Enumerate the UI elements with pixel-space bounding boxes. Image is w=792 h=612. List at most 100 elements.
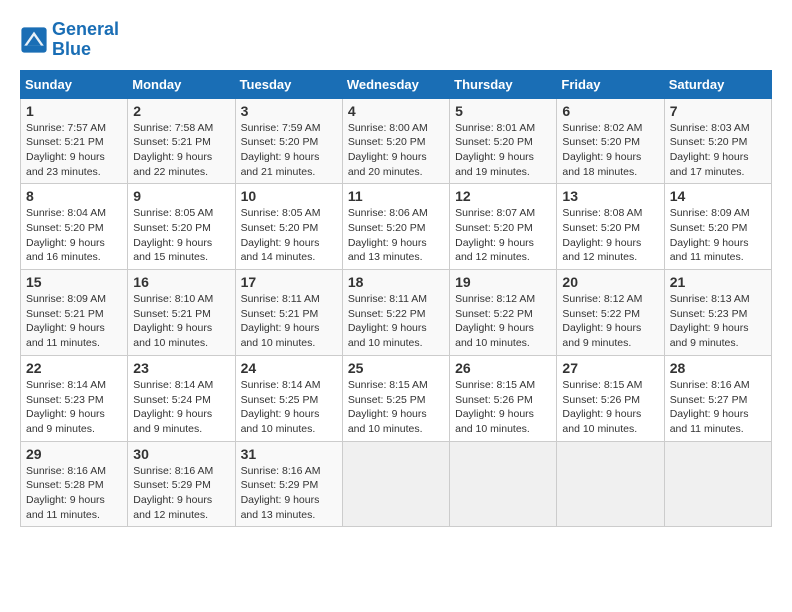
calendar-cell: 22 Sunrise: 8:14 AMSunset: 5:23 PMDayligh… [21, 355, 128, 441]
day-info: Sunrise: 8:12 AMSunset: 5:22 PMDaylight:… [562, 292, 658, 351]
day-number: 14 [670, 188, 766, 204]
day-number: 25 [348, 360, 444, 376]
calendar-cell [557, 441, 664, 527]
day-number: 20 [562, 274, 658, 290]
day-number: 26 [455, 360, 551, 376]
day-number: 29 [26, 446, 122, 462]
logo-text: General Blue [52, 20, 119, 60]
day-number: 31 [241, 446, 337, 462]
calendar-cell: 25 Sunrise: 8:15 AMSunset: 5:25 PMDayligh… [342, 355, 449, 441]
logo-icon [20, 26, 48, 54]
calendar-cell: 27 Sunrise: 8:15 AMSunset: 5:26 PMDayligh… [557, 355, 664, 441]
calendar-cell: 12 Sunrise: 8:07 AMSunset: 5:20 PMDayligh… [450, 184, 557, 270]
calendar-cell: 5Sunrise: 8:01 AMSunset: 5:20 PMDaylight… [450, 98, 557, 184]
day-number: 1 [26, 103, 122, 119]
day-info: Sunrise: 7:59 AMSunset: 5:20 PMDaylight:… [241, 121, 337, 180]
weekday-header: Thursday [450, 70, 557, 98]
calendar-cell: 28Sunrise: 8:16 AMSunset: 5:27 PMDayligh… [664, 355, 771, 441]
weekday-header-row: SundayMondayTuesdayWednesdayThursdayFrid… [21, 70, 772, 98]
calendar-cell: 7 Sunrise: 8:03 AMSunset: 5:20 PMDaylight… [664, 98, 771, 184]
day-info: Sunrise: 8:07 AMSunset: 5:20 PMDaylight:… [455, 206, 551, 265]
day-number: 21 [670, 274, 766, 290]
day-info: Sunrise: 8:05 AMSunset: 5:20 PMDaylight:… [133, 206, 229, 265]
day-info: Sunrise: 8:16 AMSunset: 5:28 PMDaylight:… [26, 464, 122, 523]
calendar-cell: 23 Sunrise: 8:14 AMSunset: 5:24 PMDayligh… [128, 355, 235, 441]
day-info: Sunrise: 8:15 AMSunset: 5:26 PMDaylight:… [455, 378, 551, 437]
day-info: Sunrise: 8:08 AMSunset: 5:20 PMDaylight:… [562, 206, 658, 265]
day-info: Sunrise: 8:15 AMSunset: 5:26 PMDaylight:… [562, 378, 658, 437]
day-info: Sunrise: 8:14 AMSunset: 5:23 PMDaylight:… [26, 378, 122, 437]
calendar-cell: 4Sunrise: 8:00 AMSunset: 5:20 PMDaylight… [342, 98, 449, 184]
day-info: Sunrise: 8:09 AMSunset: 5:21 PMDaylight:… [26, 292, 122, 351]
day-info: Sunrise: 8:15 AMSunset: 5:25 PMDaylight:… [348, 378, 444, 437]
day-info: Sunrise: 8:03 AMSunset: 5:20 PMDaylight:… [670, 121, 766, 180]
calendar-cell: 29 Sunrise: 8:16 AMSunset: 5:28 PMDayligh… [21, 441, 128, 527]
calendar-cell: 19 Sunrise: 8:12 AMSunset: 5:22 PMDayligh… [450, 270, 557, 356]
weekday-header: Tuesday [235, 70, 342, 98]
page-header: General Blue [20, 20, 772, 60]
calendar-table: SundayMondayTuesdayWednesdayThursdayFrid… [20, 70, 772, 528]
day-number: 28 [670, 360, 766, 376]
day-number: 5 [455, 103, 551, 119]
calendar-cell: 26 Sunrise: 8:15 AMSunset: 5:26 PMDayligh… [450, 355, 557, 441]
day-number: 4 [348, 103, 444, 119]
calendar-cell: 6 Sunrise: 8:02 AMSunset: 5:20 PMDaylight… [557, 98, 664, 184]
day-number: 16 [133, 274, 229, 290]
calendar-cell [450, 441, 557, 527]
day-number: 9 [133, 188, 229, 204]
day-number: 19 [455, 274, 551, 290]
day-info: Sunrise: 8:09 AMSunset: 5:20 PMDaylight:… [670, 206, 766, 265]
day-number: 27 [562, 360, 658, 376]
calendar-cell: 1Sunrise: 7:57 AMSunset: 5:21 PMDaylight… [21, 98, 128, 184]
calendar-cell: 3 Sunrise: 7:59 AMSunset: 5:20 PMDaylight… [235, 98, 342, 184]
day-info: Sunrise: 8:11 AMSunset: 5:22 PMDaylight:… [348, 292, 444, 351]
calendar-cell: 24 Sunrise: 8:14 AMSunset: 5:25 PMDayligh… [235, 355, 342, 441]
day-number: 30 [133, 446, 229, 462]
day-number: 15 [26, 274, 122, 290]
day-info: Sunrise: 8:16 AMSunset: 5:29 PMDaylight:… [241, 464, 337, 523]
day-number: 12 [455, 188, 551, 204]
calendar-cell: 31 Sunrise: 8:16 AMSunset: 5:29 PMDayligh… [235, 441, 342, 527]
day-number: 6 [562, 103, 658, 119]
calendar-cell [342, 441, 449, 527]
day-info: Sunrise: 8:13 AMSunset: 5:23 PMDaylight:… [670, 292, 766, 351]
day-number: 24 [241, 360, 337, 376]
day-info: Sunrise: 7:58 AMSunset: 5:21 PMDaylight:… [133, 121, 229, 180]
day-info: Sunrise: 8:06 AMSunset: 5:20 PMDaylight:… [348, 206, 444, 265]
day-info: Sunrise: 8:16 AMSunset: 5:29 PMDaylight:… [133, 464, 229, 523]
calendar-week-row: 22 Sunrise: 8:14 AMSunset: 5:23 PMDayligh… [21, 355, 772, 441]
day-number: 10 [241, 188, 337, 204]
calendar-cell [664, 441, 771, 527]
calendar-cell: 30 Sunrise: 8:16 AMSunset: 5:29 PMDayligh… [128, 441, 235, 527]
day-number: 13 [562, 188, 658, 204]
calendar-cell: 16 Sunrise: 8:10 AMSunset: 5:21 PMDayligh… [128, 270, 235, 356]
day-info: Sunrise: 8:14 AMSunset: 5:25 PMDaylight:… [241, 378, 337, 437]
day-info: Sunrise: 8:14 AMSunset: 5:24 PMDaylight:… [133, 378, 229, 437]
calendar-cell: 15 Sunrise: 8:09 AMSunset: 5:21 PMDayligh… [21, 270, 128, 356]
day-number: 3 [241, 103, 337, 119]
calendar-week-row: 29 Sunrise: 8:16 AMSunset: 5:28 PMDayligh… [21, 441, 772, 527]
day-number: 17 [241, 274, 337, 290]
day-info: Sunrise: 8:04 AMSunset: 5:20 PMDaylight:… [26, 206, 122, 265]
weekday-header: Saturday [664, 70, 771, 98]
calendar-cell: 13 Sunrise: 8:08 AMSunset: 5:20 PMDayligh… [557, 184, 664, 270]
weekday-header: Friday [557, 70, 664, 98]
day-info: Sunrise: 8:10 AMSunset: 5:21 PMDaylight:… [133, 292, 229, 351]
day-info: Sunrise: 8:05 AMSunset: 5:20 PMDaylight:… [241, 206, 337, 265]
day-number: 22 [26, 360, 122, 376]
calendar-week-row: 8Sunrise: 8:04 AMSunset: 5:20 PMDaylight… [21, 184, 772, 270]
weekday-header: Monday [128, 70, 235, 98]
calendar-cell: 14 Sunrise: 8:09 AMSunset: 5:20 PMDayligh… [664, 184, 771, 270]
calendar-cell: 17Sunrise: 8:11 AMSunset: 5:21 PMDayligh… [235, 270, 342, 356]
calendar-cell: 21 Sunrise: 8:13 AMSunset: 5:23 PMDayligh… [664, 270, 771, 356]
day-info: Sunrise: 8:12 AMSunset: 5:22 PMDaylight:… [455, 292, 551, 351]
day-number: 23 [133, 360, 229, 376]
calendar-cell: 18Sunrise: 8:11 AMSunset: 5:22 PMDayligh… [342, 270, 449, 356]
day-number: 7 [670, 103, 766, 119]
weekday-header: Wednesday [342, 70, 449, 98]
day-info: Sunrise: 8:02 AMSunset: 5:20 PMDaylight:… [562, 121, 658, 180]
calendar-week-row: 1Sunrise: 7:57 AMSunset: 5:21 PMDaylight… [21, 98, 772, 184]
calendar-cell: 2Sunrise: 7:58 AMSunset: 5:21 PMDaylight… [128, 98, 235, 184]
calendar-cell: 11Sunrise: 8:06 AMSunset: 5:20 PMDayligh… [342, 184, 449, 270]
calendar-cell: 9 Sunrise: 8:05 AMSunset: 5:20 PMDaylight… [128, 184, 235, 270]
